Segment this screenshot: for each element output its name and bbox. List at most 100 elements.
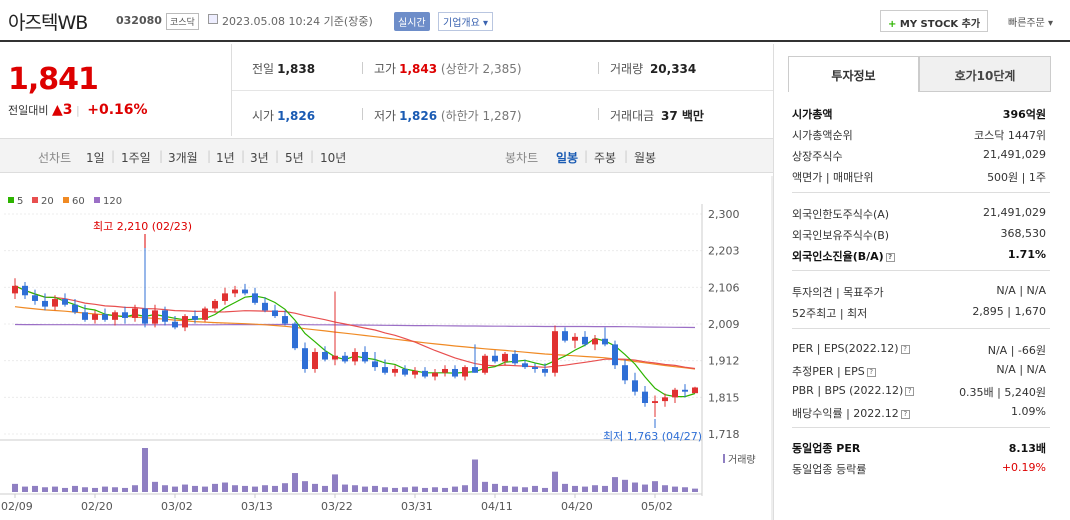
my-stock-add-button[interactable]: + MY STOCK 추가: [880, 10, 989, 32]
volume-bar: [222, 482, 228, 492]
stock-name: 아즈텍WB: [8, 12, 88, 34]
volume-legend-swatch: [723, 454, 725, 463]
candle-chart-label[interactable]: 봉차트: [505, 149, 538, 166]
x-tick-label: 05/02: [641, 500, 673, 513]
y-tick-label: 2,300: [708, 208, 740, 221]
candle-body: [492, 355, 498, 362]
period-1w[interactable]: 1주일: [121, 149, 151, 166]
separator: |: [207, 149, 212, 163]
candle-monthly[interactable]: 월봉: [634, 149, 656, 166]
candle-body: [152, 310, 158, 324]
invest-info-value: 1.09%: [1011, 405, 1046, 418]
volume-bar: [262, 485, 268, 492]
candle-body: [302, 348, 308, 369]
volume-bar: [102, 486, 108, 492]
invest-info-key: 배당수익률 | 2022.12?: [792, 405, 910, 421]
period-3m[interactable]: 3개월: [168, 149, 198, 166]
period-1d[interactable]: 1일: [86, 149, 105, 166]
invest-info-key: 상장주식수: [792, 150, 843, 163]
period-10y[interactable]: 10년: [320, 149, 346, 166]
volume-bar: [522, 487, 528, 492]
volume-bar: [662, 485, 668, 492]
my-stock-label: MY STOCK 추가: [899, 19, 981, 30]
daily-candle-chart[interactable]: 2,300 2,203 2,106 2,009 1,912 1,815 1,718 5 20 60…: [0, 176, 773, 520]
y-tick-label: 2,009: [708, 318, 740, 331]
candle-body: [322, 351, 328, 360]
invest-info-key: PBR | BPS (2022.12)?: [792, 384, 915, 397]
candle-body: [192, 316, 198, 320]
period-1y[interactable]: 1년: [216, 149, 235, 166]
period-5y[interactable]: 5년: [285, 149, 304, 166]
quick-order-link[interactable]: 빠른주문 ▾: [1008, 14, 1053, 29]
candle-body: [692, 387, 698, 394]
period-3y[interactable]: 3년: [250, 149, 269, 166]
quote-label: 시가: [252, 109, 275, 123]
legend-label: 5: [17, 196, 23, 207]
volume-bar: [22, 486, 28, 492]
candle-body: [462, 367, 468, 377]
volume-bar: [532, 485, 538, 492]
quote-value: 20,334: [649, 62, 697, 76]
invest-info-row: 액면가 | 매매단위 500원 | 1주: [792, 169, 1046, 185]
separator: |: [111, 149, 116, 163]
volume-bar: [622, 479, 628, 492]
candle-weekly[interactable]: 주봉: [594, 149, 616, 166]
help-icon[interactable]: ?: [885, 252, 895, 262]
candle-body: [252, 293, 258, 303]
upper-limit: (상한가 2,385): [440, 62, 522, 76]
invest-info-value: 코스닥 1447위: [974, 129, 1046, 142]
line-chart-label[interactable]: 선차트: [38, 149, 71, 166]
candle-body: [12, 285, 18, 294]
volume-bar: [282, 483, 288, 492]
x-tick-label: 04/20: [561, 500, 593, 513]
company-info-dropdown[interactable]: 기업개요 ▾: [438, 12, 494, 31]
realtime-button[interactable]: 실시간: [394, 12, 430, 31]
candle-body: [232, 289, 238, 294]
x-tick-label: 02/20: [81, 500, 113, 513]
quote-volume: 거래량 20,334: [610, 60, 696, 77]
invest-info-key: 외국인한도주식수(A): [792, 208, 890, 221]
volume-bar: [652, 481, 658, 492]
invest-info-row: 추정PER | EPS? N/A | N/A: [792, 363, 1046, 379]
legend-label: 120: [103, 196, 122, 207]
calendar-icon: [208, 14, 218, 24]
candle-daily[interactable]: 일봉: [556, 149, 578, 166]
help-icon[interactable]: ?: [900, 344, 910, 354]
candle-body: [92, 314, 98, 320]
tab-order-book[interactable]: 호가10단계: [919, 56, 1051, 92]
help-icon[interactable]: ?: [866, 367, 876, 377]
separator: |: [310, 149, 315, 163]
volume-bar: [372, 485, 378, 492]
candle-body: [422, 370, 428, 377]
candle-body: [332, 355, 338, 360]
candle-body: [362, 351, 368, 362]
volume-bar: [362, 486, 368, 492]
y-tick-label: 1,815: [708, 391, 740, 404]
volume-label: 거래량: [728, 454, 756, 466]
volume-bar: [392, 487, 398, 492]
help-icon[interactable]: ?: [905, 386, 915, 396]
high-annotation: 최고 2,210 (02/23): [93, 220, 192, 233]
invest-info-value: +0.19%: [1001, 461, 1046, 474]
separator: |: [241, 149, 246, 163]
divider: [792, 328, 1050, 329]
volume-bar: [32, 485, 38, 492]
up-arrow-icon: ▲: [51, 102, 63, 118]
invest-info-value: 2,895 | 1,670: [972, 305, 1046, 318]
quote-label: 고가: [374, 62, 397, 76]
quote-value: 1,826: [277, 109, 316, 123]
candle-body: [172, 321, 178, 328]
chevron-down-icon: ▾: [1048, 18, 1054, 29]
candle-body: [552, 331, 558, 373]
candle-body: [282, 316, 288, 324]
candle-body: [592, 338, 598, 345]
tab-invest-info[interactable]: 투자정보: [788, 56, 919, 92]
volume-bar: [382, 487, 388, 492]
candle-body: [632, 380, 638, 392]
help-icon[interactable]: ?: [900, 409, 910, 419]
volume-bar: [252, 486, 258, 492]
volume-bar: [162, 485, 168, 492]
volume-bar: [72, 485, 78, 492]
volume-bar: [682, 487, 688, 492]
candle-body: [372, 361, 378, 368]
